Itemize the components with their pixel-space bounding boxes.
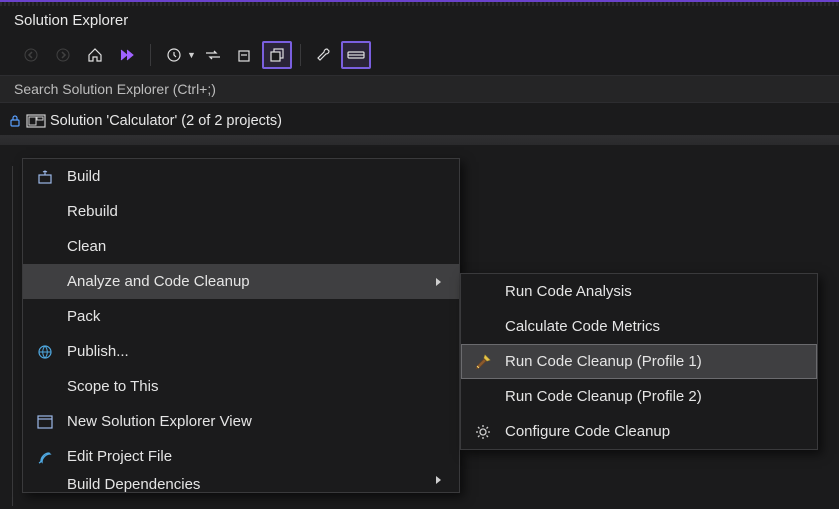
menu-publish[interactable]: Publish... (23, 334, 459, 369)
submenu-cleanup-profile1[interactable]: Run Code Cleanup (Profile 1) (461, 344, 817, 379)
preview-button[interactable] (341, 41, 371, 69)
submenu-configure-cleanup[interactable]: Configure Code Cleanup (461, 414, 817, 449)
solution-tree: Solution 'Calculator' (2 of 2 projects) (0, 103, 839, 145)
search-input[interactable]: Search Solution Explorer (Ctrl+;) (0, 75, 839, 103)
lock-icon (10, 115, 20, 127)
collapse-all-button[interactable] (230, 41, 260, 69)
menu-scope[interactable]: Scope to This (23, 369, 459, 404)
forward-button[interactable] (48, 41, 78, 69)
home-button[interactable] (80, 41, 110, 69)
submenu-arrow-icon (436, 278, 441, 286)
project-context-menu: Build Rebuild Clean Analyze and Code Cle… (22, 158, 460, 493)
menu-new-view[interactable]: New Solution Explorer View (23, 404, 459, 439)
history-button[interactable] (159, 41, 189, 69)
toolbar-divider (150, 44, 151, 66)
submenu-arrow-icon (436, 476, 441, 484)
submenu-calc-metrics[interactable]: Calculate Code Metrics (461, 309, 817, 344)
globe-icon (23, 344, 67, 360)
solution-node[interactable]: Solution 'Calculator' (2 of 2 projects) (0, 109, 839, 133)
toolbar-divider (300, 44, 301, 66)
gear-icon (461, 424, 505, 440)
sync-button[interactable] (198, 41, 228, 69)
panel-title: Solution Explorer (0, 6, 839, 37)
edit-icon (23, 449, 67, 465)
dropdown-caret-icon: ▼ (187, 50, 196, 60)
back-button[interactable] (16, 41, 46, 69)
properties-button[interactable] (309, 41, 339, 69)
solution-icon (26, 114, 44, 128)
menu-edit-project-file[interactable]: Edit Project File (23, 439, 459, 474)
broom-icon (461, 353, 505, 371)
switch-views-button[interactable] (112, 41, 142, 69)
submenu-cleanup-profile2[interactable]: Run Code Cleanup (Profile 2) (461, 379, 817, 414)
menu-build-dependencies[interactable]: Build Dependencies (23, 474, 459, 492)
tree-guide-line (12, 166, 13, 506)
search-placeholder: Search Solution Explorer (Ctrl+;) (14, 81, 216, 97)
menu-rebuild[interactable]: Rebuild (23, 194, 459, 229)
submenu-run-analysis[interactable]: Run Code Analysis (461, 274, 817, 309)
build-icon (23, 169, 67, 185)
show-all-files-button[interactable] (262, 41, 292, 69)
window-icon (23, 415, 67, 429)
solution-label: Solution 'Calculator' (2 of 2 projects) (50, 113, 282, 129)
menu-analyze-cleanup[interactable]: Analyze and Code Cleanup (23, 264, 459, 299)
toolbar: ▼ (0, 37, 839, 75)
menu-build[interactable]: Build (23, 159, 459, 194)
menu-clean[interactable]: Clean (23, 229, 459, 264)
selected-project-row[interactable] (0, 135, 839, 145)
menu-pack[interactable]: Pack (23, 299, 459, 334)
analyze-submenu: Run Code Analysis Calculate Code Metrics… (460, 273, 818, 450)
